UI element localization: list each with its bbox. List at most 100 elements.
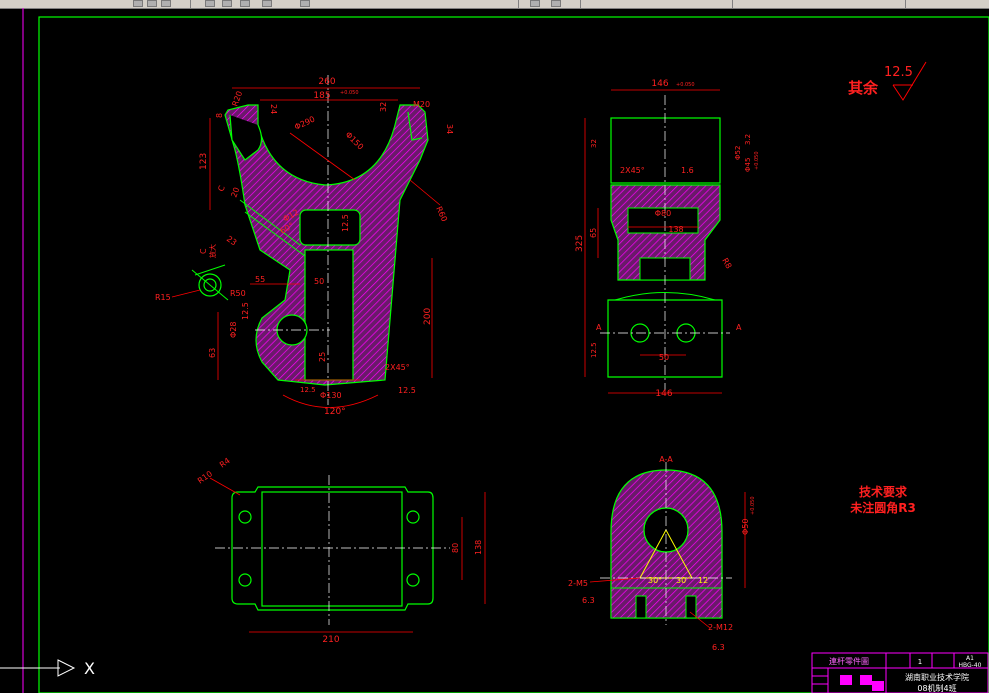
front-dim-12-5d: 12.5 (300, 386, 316, 394)
front-dim-r60: R60 (434, 205, 449, 223)
toolbar-separator (190, 0, 191, 8)
roughness-value: 12.5 (884, 65, 913, 80)
title-block-fill (872, 681, 884, 691)
top-dim-80: 80 (451, 543, 460, 553)
side-dim-146-top: 146 (651, 79, 668, 89)
tech-req-title: 技术要求 (859, 484, 908, 499)
top-dim-r10: R10 (196, 469, 214, 485)
toolbar-icon-10[interactable] (551, 0, 561, 7)
toolbar-icon-7[interactable] (262, 0, 272, 7)
front-view-leader (289, 132, 356, 181)
front-dim-c: C (216, 184, 227, 193)
top-view: R4 R10 80 138 210 (196, 456, 486, 645)
side-dim-tolerance: +0.050 (676, 82, 695, 88)
toolbar-icon-5[interactable] (222, 0, 232, 7)
top-view-bolt-hole (406, 510, 420, 524)
roughness-note: 其余 12.5 (848, 61, 927, 101)
section-aa-thread (685, 595, 697, 619)
front-dim-25: 25 (318, 352, 327, 362)
section-aa-thread (635, 595, 647, 619)
title-qty: 1 (918, 658, 922, 666)
side-dim-12-5: 12.5 (590, 342, 598, 358)
detail-c: C 放大 R15 (155, 244, 229, 302)
toolbar-icon-2[interactable] (147, 0, 157, 7)
side-dim-2x45: 2X45° (620, 166, 645, 175)
front-dim-r50: R50 (230, 289, 246, 298)
section-aa-title: A-A (659, 455, 673, 464)
front-dim-12-5c: 12.5 (398, 386, 416, 395)
title-block-fill (860, 675, 872, 685)
front-dim-185: 185 (313, 91, 330, 101)
top-dim-138: 138 (474, 540, 483, 555)
toolbar-separator (580, 0, 581, 8)
front-dim-20: 20 (229, 186, 241, 199)
section-dim-2m5: 2-M5 (568, 579, 588, 588)
side-dim-32: 32 (590, 139, 598, 148)
side-dim-3-2: 3.2 (744, 134, 752, 145)
toolbar-icon-1[interactable] (133, 0, 143, 7)
front-dim-200: 200 (423, 308, 433, 325)
top-view-inner (261, 491, 403, 607)
toolbar-icon-9[interactable] (530, 0, 540, 7)
top-view-bolt-hole (406, 573, 420, 587)
front-dim-32: 32 (379, 102, 388, 112)
title-sheet: A1 (966, 655, 974, 662)
top-view-bolt-hole (238, 573, 252, 587)
tech-req-line1: 未注圆角R3 (849, 500, 916, 515)
front-view-leader (409, 179, 441, 206)
toolbar-separator (518, 0, 519, 8)
toolbar-icon-3[interactable] (161, 0, 171, 7)
front-dim-phi150: Φ150 (344, 130, 366, 152)
front-dim-123: 123 (199, 153, 209, 170)
drawing-frame (38, 16, 989, 693)
side-section-mark-left: A (596, 323, 602, 332)
front-dim-50: 50 (314, 277, 324, 286)
title-block: 連杆零件圖 1 A1 HBG-40 湖南职业技术学院 08机制4班 (811, 652, 989, 693)
section-dim-2m12: 2-M12 (708, 623, 733, 632)
drawing-canvas[interactable]: 260 185 +0.050 R20 8 24 Φ290 Φ150 32 M20… (0, 8, 989, 693)
top-view-leader (209, 477, 241, 496)
section-aa: A-A Φ50 +0.050 2-M5 6.3 30° 30 12 2-M12 … (568, 455, 756, 652)
front-dim-tolerance: +0.050 (340, 90, 359, 96)
front-dim-63: 63 (208, 348, 217, 358)
section-dim-12: 12 (698, 576, 708, 585)
front-dim-34: 34 (445, 124, 454, 134)
title-class: 08机制4班 (917, 683, 956, 693)
side-dim-r8: R8 (720, 257, 733, 271)
front-dim-55: 55 (255, 275, 265, 284)
roughness-prefix: 其余 (848, 79, 879, 97)
front-dim-23: 23 (225, 234, 239, 247)
side-dim-50: 50 (659, 353, 669, 362)
toolbar-icon-6[interactable] (240, 0, 250, 7)
front-view: 260 185 +0.050 R20 8 24 Φ290 Φ150 32 M20… (199, 75, 454, 417)
top-dim-r4: R4 (218, 456, 232, 469)
toolbar-icon-4[interactable] (205, 0, 215, 7)
front-dim-8: 8 (215, 113, 224, 118)
front-view-window (299, 209, 361, 246)
toolbar-icon-8[interactable] (300, 0, 310, 7)
section-dim-6-3b: 6.3 (712, 643, 725, 652)
section-dim-30: 30 (676, 576, 686, 585)
front-dim-24: 24 (269, 104, 278, 114)
side-dim-phi80: Φ80 (655, 209, 671, 218)
detail-c-leader (171, 289, 201, 298)
top-view-bolt-hole (238, 510, 252, 524)
section-dim-tolerance: +0.050 (750, 496, 756, 515)
ucs-x-label: X (84, 659, 95, 678)
detail-c-enlarged-label: 放大 (208, 244, 217, 258)
front-dim-12-5a: 12.5 (341, 214, 350, 232)
technical-requirements: 技术要求 未注圆角R3 (849, 484, 916, 515)
title-part-name: 連杆零件圖 (829, 656, 869, 666)
section-aa-base (610, 587, 723, 619)
front-dim-2x45: 2X45° (385, 363, 410, 372)
front-dim-phi28: Φ28 (229, 322, 238, 338)
toolbar-separator (732, 0, 733, 8)
section-dim-30deg: 30° (648, 576, 662, 585)
front-dim-phi290: Φ290 (293, 115, 316, 132)
title-school: 湖南职业技术学院 (905, 672, 969, 682)
title-drawing-no: HBG-40 (959, 662, 982, 669)
side-dim-phi52: Φ52 (734, 146, 742, 160)
front-dim-120deg: 120° (324, 407, 346, 417)
side-dim-146-bottom: 146 (655, 389, 672, 399)
title-block-fill (840, 675, 852, 685)
